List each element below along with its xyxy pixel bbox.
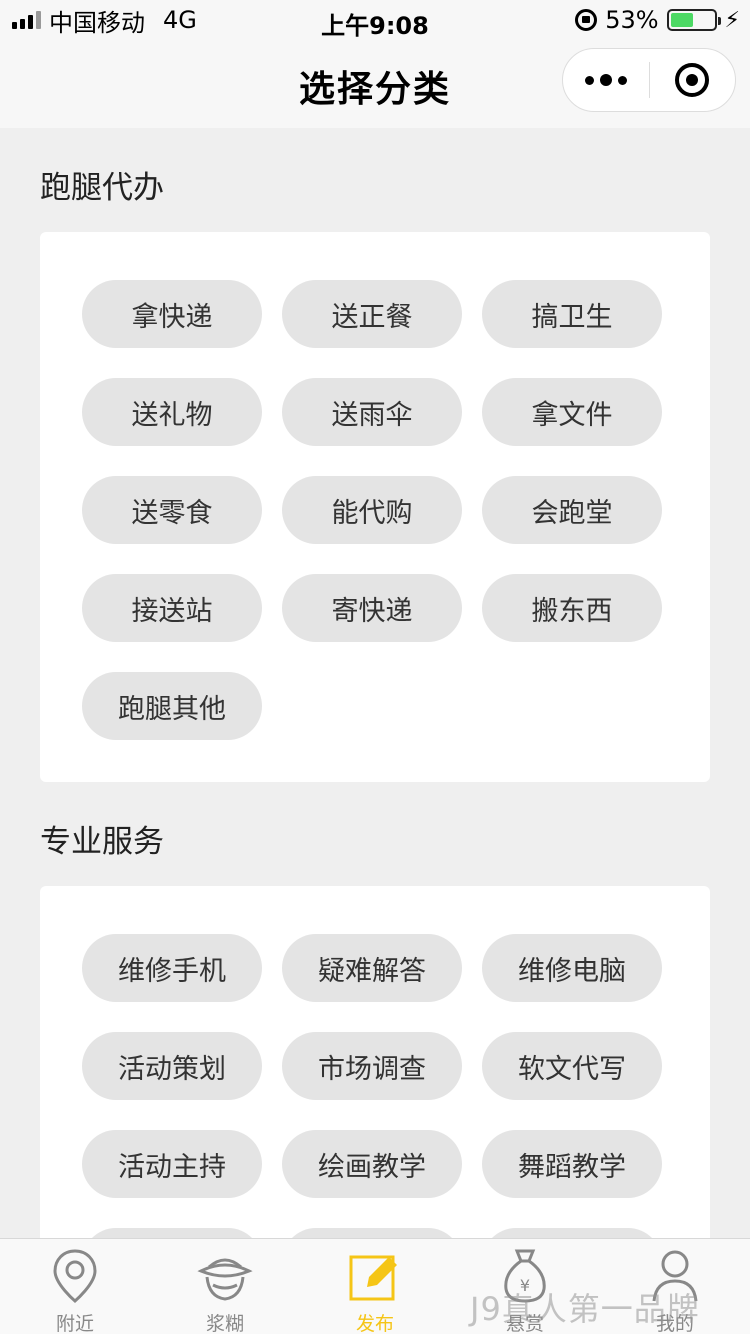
rotation-lock-icon: [575, 9, 598, 31]
carrier-label: 中国移动: [49, 8, 145, 37]
professional-card: 维修手机 疑难解答 维修电脑 活动策划 市场调查 软文代写 活动主持 绘画教学 …: [40, 886, 710, 1296]
category-chip[interactable]: 活动主持: [82, 1130, 262, 1198]
tab-nearby[interactable]: 附近: [0, 1239, 150, 1334]
tab-publish[interactable]: 发布: [300, 1239, 450, 1334]
edit-icon: [345, 1247, 405, 1305]
category-chip[interactable]: 搬东西: [482, 574, 662, 642]
location-pin-icon: [45, 1247, 105, 1305]
category-chip[interactable]: 送零食: [82, 476, 262, 544]
close-button[interactable]: [650, 48, 736, 112]
tab-label: 附近: [55, 1313, 94, 1334]
mini-program-capsule: [562, 48, 736, 112]
tab-label: 浆糊: [205, 1313, 244, 1334]
watermark: J9真人第一品牌: [470, 1290, 700, 1328]
category-chip[interactable]: 跑腿其他: [82, 672, 262, 740]
category-chip[interactable]: 活动策划: [82, 1032, 262, 1100]
nav-bar: 选择分类: [0, 40, 750, 128]
status-left: 中国移动 4G: [12, 0, 197, 40]
category-chip[interactable]: 能代购: [282, 476, 462, 544]
section-title-professional: 专业服务: [40, 824, 164, 860]
category-chip[interactable]: 送礼物: [82, 378, 262, 446]
category-chip[interactable]: 拿快递: [82, 280, 262, 348]
category-chip[interactable]: 舞蹈教学: [482, 1130, 662, 1198]
signal-icon: [12, 11, 41, 29]
category-chip[interactable]: 绘画教学: [282, 1130, 462, 1198]
category-chip[interactable]: 软文代写: [482, 1032, 662, 1100]
category-chip[interactable]: 维修电脑: [482, 934, 662, 1002]
category-chip[interactable]: 寄快递: [282, 574, 462, 642]
battery-percent: 53%: [605, 6, 659, 34]
charging-icon: ⚡: [724, 7, 740, 33]
more-button[interactable]: [563, 48, 649, 112]
battery-fill: [670, 13, 693, 27]
category-chip[interactable]: 送雨伞: [282, 378, 462, 446]
battery-icon: [666, 9, 721, 31]
category-chip[interactable]: 维修手机: [82, 934, 262, 1002]
tab-paste[interactable]: 浆糊: [150, 1239, 300, 1334]
section-title-errands: 跑腿代办: [40, 170, 164, 206]
tab-label: 发布: [355, 1313, 394, 1334]
errands-card: 拿快递 送正餐 搞卫生 送礼物 送雨伞 拿文件 送零食 能代购 会跑堂 接送站 …: [40, 232, 710, 782]
status-right: 53% ⚡: [575, 0, 740, 40]
network-label: 4G: [163, 6, 197, 34]
status-bar: 中国移动 4G 上午9:08 53% ⚡: [0, 0, 750, 40]
more-dots-icon: [584, 75, 594, 85]
category-chip[interactable]: 送正餐: [282, 280, 462, 348]
paste-pot-icon: [195, 1247, 255, 1305]
close-target-icon: [675, 63, 710, 97]
category-chip[interactable]: 接送站: [82, 574, 262, 642]
category-chip[interactable]: 拿文件: [482, 378, 662, 446]
category-chip[interactable]: 会跑堂: [482, 476, 662, 544]
category-chip[interactable]: 搞卫生: [482, 280, 662, 348]
category-chip[interactable]: 市场调查: [282, 1032, 462, 1100]
category-chip[interactable]: 疑难解答: [282, 934, 462, 1002]
